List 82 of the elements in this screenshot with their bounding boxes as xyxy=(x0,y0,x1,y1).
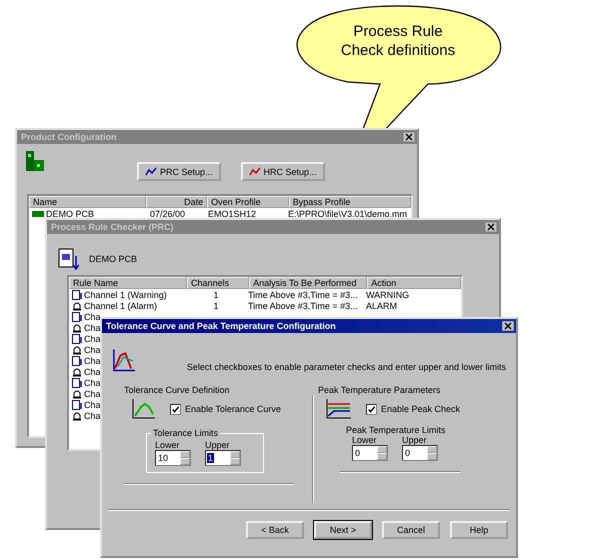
checkbox[interactable] xyxy=(170,404,181,414)
table-cell: 1 xyxy=(213,300,218,310)
table-cell: Cha xyxy=(84,344,101,354)
table-cell: Time Above #3,Time = #3... xyxy=(248,300,358,310)
section-heading: Peak Temperature Parameters xyxy=(318,385,442,395)
close-icon[interactable] xyxy=(502,321,514,331)
bell-icon xyxy=(72,300,82,310)
column-header[interactable]: Channels xyxy=(187,277,250,289)
table-cell: Cha xyxy=(84,366,101,376)
table-cell: EMO1SH12 xyxy=(208,208,256,218)
setup-button[interactable]: PRC Setup... xyxy=(137,162,221,181)
document-icon xyxy=(72,378,82,388)
table-cell: 07/26/00 xyxy=(150,208,186,218)
close-icon[interactable] xyxy=(485,222,497,232)
board-icon xyxy=(32,210,44,216)
section-heading: Tolerance Curve Definition xyxy=(124,385,231,395)
field-label: Lower xyxy=(352,435,378,445)
dialog-button[interactable]: Next > xyxy=(314,521,372,539)
column-header[interactable]: Action xyxy=(367,277,461,289)
group-label: Tolerance Limits xyxy=(151,428,220,438)
table-cell: Cha xyxy=(84,312,101,322)
dialog-button[interactable]: < Back xyxy=(246,521,304,539)
checkbox-label: Enable Peak Check xyxy=(381,404,460,414)
table-cell: Cha xyxy=(84,356,101,366)
spin-field[interactable]: 10 xyxy=(155,450,191,466)
document-icon xyxy=(72,334,82,344)
checkbox-label: Enable Tolerance Curve xyxy=(185,404,281,414)
spin-field[interactable]: 1 xyxy=(205,450,241,466)
circuit-board-icon xyxy=(25,150,45,172)
field-label: Lower xyxy=(155,440,181,450)
column-header[interactable]: Oven Profile xyxy=(207,196,289,208)
table-cell: Time Above #3,Time = #3... xyxy=(248,290,358,300)
table-cell: Channel 1 (Warning) xyxy=(84,290,167,300)
setup-button[interactable]: HRC Setup... xyxy=(240,162,325,181)
window-title: Tolerance Curve and Peak Temperature Configuration xyxy=(106,321,336,331)
field-label: Upper xyxy=(205,440,231,450)
document-icon xyxy=(72,290,82,300)
spin-field[interactable]: 0 xyxy=(402,445,438,461)
bell-icon xyxy=(72,388,82,398)
callout-text: Check definitions xyxy=(340,41,456,60)
table-cell: Channel 1 (Alarm) xyxy=(84,300,158,310)
bell-icon xyxy=(72,366,82,376)
table-cell: E:\PPRO\file\V3.01\demo.mm xyxy=(288,208,408,218)
chart-icon xyxy=(145,166,157,176)
table-cell: Cha xyxy=(84,378,101,388)
table-cell: Cha xyxy=(84,410,101,420)
instruction-text: Select checkboxes to enable parameter checks and enter upper and lower limits xyxy=(186,362,506,372)
table-cell: DEMO PCB xyxy=(46,208,94,218)
table-cell: 1 xyxy=(213,290,218,300)
column-header[interactable]: Rule Name xyxy=(69,277,188,289)
chart-icon xyxy=(112,347,137,373)
bell-icon xyxy=(72,410,82,420)
table-cell: WARNING xyxy=(366,290,410,300)
table-cell: Cha xyxy=(84,400,101,410)
peak-chart-icon xyxy=(326,399,352,419)
table-cell: Cha xyxy=(84,388,101,398)
group-label: Peak Temperature Limits xyxy=(346,425,446,435)
table-cell: ALARM xyxy=(366,300,398,310)
checkbox[interactable] xyxy=(366,404,377,414)
table-cell: Cha xyxy=(84,322,101,332)
curve-icon xyxy=(132,399,156,419)
spin-field[interactable]: 0 xyxy=(352,445,388,461)
close-icon[interactable] xyxy=(403,132,415,142)
document-icon xyxy=(57,248,79,270)
callout-text: Process Rule xyxy=(353,22,443,41)
column-header[interactable]: Analysis To Be Performed xyxy=(249,277,368,289)
dialog-button[interactable]: Help xyxy=(450,521,508,539)
column-header[interactable]: Date xyxy=(146,196,208,208)
bell-icon xyxy=(72,322,82,332)
table-cell: Cha xyxy=(84,334,101,344)
document-icon xyxy=(72,312,82,322)
chart-icon xyxy=(248,166,261,176)
window-title: Process Rule Checker (PRC) xyxy=(51,222,174,232)
field-label: Upper xyxy=(402,435,428,445)
window-title: Product Configuration xyxy=(21,132,116,142)
column-header[interactable]: Name xyxy=(29,196,146,208)
product-name: DEMO PCB xyxy=(89,254,138,264)
bell-icon xyxy=(72,344,82,354)
dialog-button[interactable]: Cancel xyxy=(382,521,440,539)
document-icon xyxy=(72,400,82,410)
document-icon xyxy=(72,356,82,366)
column-header[interactable]: Bypass Profile xyxy=(288,196,411,208)
